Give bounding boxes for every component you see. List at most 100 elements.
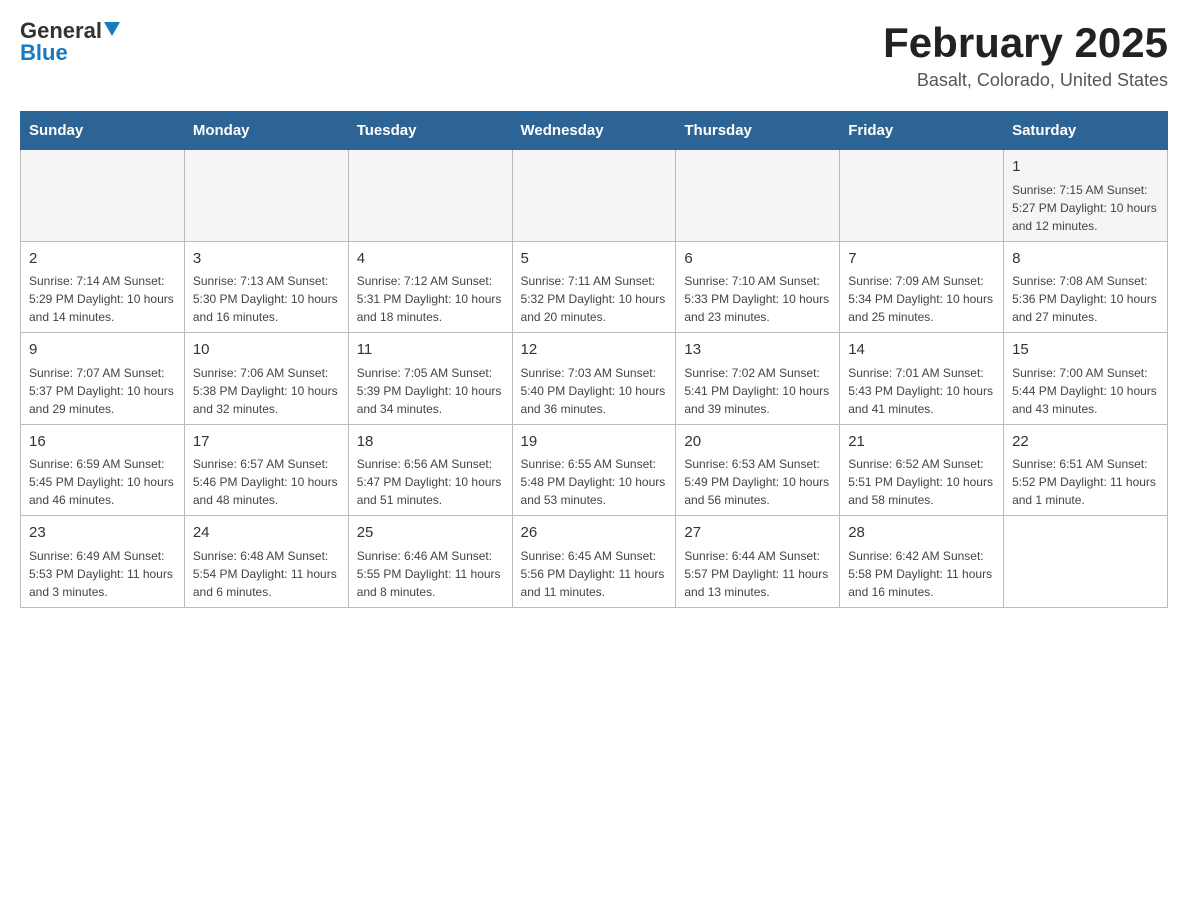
day-info: Sunrise: 6:49 AM Sunset: 5:53 PM Dayligh… (29, 547, 176, 601)
day-info: Sunrise: 6:59 AM Sunset: 5:45 PM Dayligh… (29, 455, 176, 509)
calendar-cell (348, 150, 512, 242)
calendar-cell: 18Sunrise: 6:56 AM Sunset: 5:47 PM Dayli… (348, 424, 512, 516)
day-number: 4 (357, 248, 504, 271)
day-header-tuesday: Tuesday (348, 112, 512, 150)
day-info: Sunrise: 7:06 AM Sunset: 5:38 PM Dayligh… (193, 364, 340, 418)
day-header-thursday: Thursday (676, 112, 840, 150)
week-row-3: 9Sunrise: 7:07 AM Sunset: 5:37 PM Daylig… (21, 333, 1168, 425)
calendar-cell: 20Sunrise: 6:53 AM Sunset: 5:49 PM Dayli… (676, 424, 840, 516)
day-number: 27 (684, 522, 831, 545)
day-info: Sunrise: 7:00 AM Sunset: 5:44 PM Dayligh… (1012, 364, 1159, 418)
page-header: General Blue February 2025 Basalt, Color… (20, 20, 1168, 91)
day-info: Sunrise: 7:08 AM Sunset: 5:36 PM Dayligh… (1012, 272, 1159, 326)
day-info: Sunrise: 7:12 AM Sunset: 5:31 PM Dayligh… (357, 272, 504, 326)
main-title: February 2025 (883, 20, 1168, 66)
calendar-cell: 12Sunrise: 7:03 AM Sunset: 5:40 PM Dayli… (512, 333, 676, 425)
day-header-monday: Monday (184, 112, 348, 150)
day-info: Sunrise: 6:56 AM Sunset: 5:47 PM Dayligh… (357, 455, 504, 509)
calendar-cell (840, 150, 1004, 242)
calendar-cell: 15Sunrise: 7:00 AM Sunset: 5:44 PM Dayli… (1004, 333, 1168, 425)
day-number: 19 (521, 431, 668, 454)
day-info: Sunrise: 7:02 AM Sunset: 5:41 PM Dayligh… (684, 364, 831, 418)
day-info: Sunrise: 7:11 AM Sunset: 5:32 PM Dayligh… (521, 272, 668, 326)
calendar-cell: 17Sunrise: 6:57 AM Sunset: 5:46 PM Dayli… (184, 424, 348, 516)
title-section: February 2025 Basalt, Colorado, United S… (883, 20, 1168, 91)
day-info: Sunrise: 7:10 AM Sunset: 5:33 PM Dayligh… (684, 272, 831, 326)
day-header-saturday: Saturday (1004, 112, 1168, 150)
day-number: 25 (357, 522, 504, 545)
calendar-cell: 3Sunrise: 7:13 AM Sunset: 5:30 PM Daylig… (184, 241, 348, 333)
calendar-cell: 8Sunrise: 7:08 AM Sunset: 5:36 PM Daylig… (1004, 241, 1168, 333)
calendar-cell: 1Sunrise: 7:15 AM Sunset: 5:27 PM Daylig… (1004, 150, 1168, 242)
day-number: 11 (357, 339, 504, 362)
day-number: 2 (29, 248, 176, 271)
calendar-cell: 28Sunrise: 6:42 AM Sunset: 5:58 PM Dayli… (840, 516, 1004, 608)
day-info: Sunrise: 7:07 AM Sunset: 5:37 PM Dayligh… (29, 364, 176, 418)
day-info: Sunrise: 6:55 AM Sunset: 5:48 PM Dayligh… (521, 455, 668, 509)
calendar-cell: 4Sunrise: 7:12 AM Sunset: 5:31 PM Daylig… (348, 241, 512, 333)
calendar-cell: 25Sunrise: 6:46 AM Sunset: 5:55 PM Dayli… (348, 516, 512, 608)
day-number: 23 (29, 522, 176, 545)
day-info: Sunrise: 6:45 AM Sunset: 5:56 PM Dayligh… (521, 547, 668, 601)
calendar-cell: 27Sunrise: 6:44 AM Sunset: 5:57 PM Dayli… (676, 516, 840, 608)
day-number: 15 (1012, 339, 1159, 362)
day-number: 1 (1012, 156, 1159, 179)
day-info: Sunrise: 7:05 AM Sunset: 5:39 PM Dayligh… (357, 364, 504, 418)
day-number: 9 (29, 339, 176, 362)
logo-general-text: General (20, 20, 102, 42)
calendar-cell (1004, 516, 1168, 608)
calendar-cell (21, 150, 185, 242)
day-header-wednesday: Wednesday (512, 112, 676, 150)
logo-blue-text: Blue (20, 42, 68, 64)
calendar-header: SundayMondayTuesdayWednesdayThursdayFrid… (21, 112, 1168, 150)
week-row-5: 23Sunrise: 6:49 AM Sunset: 5:53 PM Dayli… (21, 516, 1168, 608)
day-info: Sunrise: 6:44 AM Sunset: 5:57 PM Dayligh… (684, 547, 831, 601)
day-info: Sunrise: 6:53 AM Sunset: 5:49 PM Dayligh… (684, 455, 831, 509)
day-number: 24 (193, 522, 340, 545)
day-info: Sunrise: 7:15 AM Sunset: 5:27 PM Dayligh… (1012, 181, 1159, 235)
day-info: Sunrise: 6:42 AM Sunset: 5:58 PM Dayligh… (848, 547, 995, 601)
calendar-cell: 24Sunrise: 6:48 AM Sunset: 5:54 PM Dayli… (184, 516, 348, 608)
day-number: 16 (29, 431, 176, 454)
day-number: 3 (193, 248, 340, 271)
day-number: 10 (193, 339, 340, 362)
calendar-cell: 21Sunrise: 6:52 AM Sunset: 5:51 PM Dayli… (840, 424, 1004, 516)
calendar-cell: 26Sunrise: 6:45 AM Sunset: 5:56 PM Dayli… (512, 516, 676, 608)
calendar-cell: 2Sunrise: 7:14 AM Sunset: 5:29 PM Daylig… (21, 241, 185, 333)
day-number: 26 (521, 522, 668, 545)
week-row-1: 1Sunrise: 7:15 AM Sunset: 5:27 PM Daylig… (21, 150, 1168, 242)
day-header-sunday: Sunday (21, 112, 185, 150)
day-number: 20 (684, 431, 831, 454)
day-number: 14 (848, 339, 995, 362)
week-row-2: 2Sunrise: 7:14 AM Sunset: 5:29 PM Daylig… (21, 241, 1168, 333)
calendar-cell: 10Sunrise: 7:06 AM Sunset: 5:38 PM Dayli… (184, 333, 348, 425)
day-info: Sunrise: 6:57 AM Sunset: 5:46 PM Dayligh… (193, 455, 340, 509)
day-info: Sunrise: 6:52 AM Sunset: 5:51 PM Dayligh… (848, 455, 995, 509)
day-number: 18 (357, 431, 504, 454)
calendar-cell (512, 150, 676, 242)
day-number: 13 (684, 339, 831, 362)
day-info: Sunrise: 6:48 AM Sunset: 5:54 PM Dayligh… (193, 547, 340, 601)
calendar-cell: 19Sunrise: 6:55 AM Sunset: 5:48 PM Dayli… (512, 424, 676, 516)
day-info: Sunrise: 7:13 AM Sunset: 5:30 PM Dayligh… (193, 272, 340, 326)
day-info: Sunrise: 6:46 AM Sunset: 5:55 PM Dayligh… (357, 547, 504, 601)
calendar-cell: 5Sunrise: 7:11 AM Sunset: 5:32 PM Daylig… (512, 241, 676, 333)
day-number: 5 (521, 248, 668, 271)
calendar-cell: 14Sunrise: 7:01 AM Sunset: 5:43 PM Dayli… (840, 333, 1004, 425)
day-number: 28 (848, 522, 995, 545)
day-info: Sunrise: 6:51 AM Sunset: 5:52 PM Dayligh… (1012, 455, 1159, 509)
calendar-cell: 9Sunrise: 7:07 AM Sunset: 5:37 PM Daylig… (21, 333, 185, 425)
day-number: 6 (684, 248, 831, 271)
calendar-cell: 13Sunrise: 7:02 AM Sunset: 5:41 PM Dayli… (676, 333, 840, 425)
subtitle: Basalt, Colorado, United States (883, 70, 1168, 91)
day-number: 12 (521, 339, 668, 362)
day-info: Sunrise: 7:03 AM Sunset: 5:40 PM Dayligh… (521, 364, 668, 418)
day-info: Sunrise: 7:14 AM Sunset: 5:29 PM Dayligh… (29, 272, 176, 326)
day-headers-row: SundayMondayTuesdayWednesdayThursdayFrid… (21, 112, 1168, 150)
calendar-cell: 22Sunrise: 6:51 AM Sunset: 5:52 PM Dayli… (1004, 424, 1168, 516)
calendar-cell: 11Sunrise: 7:05 AM Sunset: 5:39 PM Dayli… (348, 333, 512, 425)
week-row-4: 16Sunrise: 6:59 AM Sunset: 5:45 PM Dayli… (21, 424, 1168, 516)
calendar-cell: 6Sunrise: 7:10 AM Sunset: 5:33 PM Daylig… (676, 241, 840, 333)
calendar-cell: 16Sunrise: 6:59 AM Sunset: 5:45 PM Dayli… (21, 424, 185, 516)
logo: General Blue (20, 20, 120, 64)
